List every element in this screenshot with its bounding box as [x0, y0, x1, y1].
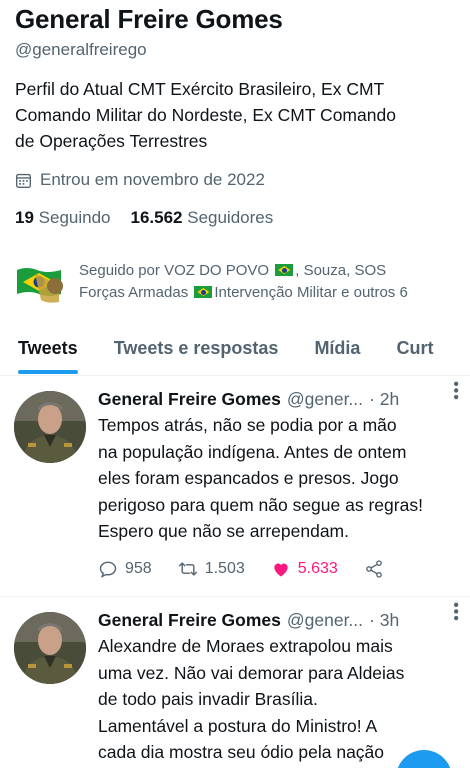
tweet-line: uma vez. Não vai demorar para Aldeias [98, 662, 405, 683]
bio-line: Comando Militar do Nordeste, Ex CMT Coma… [15, 105, 396, 125]
following-label: Seguindo [38, 208, 111, 227]
tweet-line: Espero que não se arrependam. [98, 521, 349, 541]
tweet-author-handle[interactable]: @gener... [287, 389, 363, 410]
following-link[interactable]: 19 Seguindo [15, 208, 111, 228]
bio-line: Perfil do Atual CMT Exército Brasileiro,… [15, 79, 385, 99]
tweet[interactable]: General Freire Gomes @gener... · 3h Alex… [0, 598, 470, 768]
avatar[interactable] [14, 612, 86, 684]
retweet-count: 1.503 [204, 559, 245, 577]
profile-stats: 19 Seguindo 16.562 Seguidores [15, 208, 273, 228]
reply-icon [99, 561, 117, 578]
bio-line: de Operações Terrestres [15, 131, 208, 151]
followers-link[interactable]: 16.562 Seguidores [131, 208, 274, 228]
more-options-icon[interactable]: ••• [446, 381, 464, 401]
following-count: 19 [15, 208, 34, 227]
tweet-author-handle[interactable]: @gener... [287, 610, 363, 631]
tweet-body: General Freire Gomes @gener... · 3h Alex… [98, 610, 460, 766]
followed-by-line1b: , Souza, SOS [295, 262, 387, 279]
brazil-flag-icon [194, 286, 213, 298]
reply-count: 958 [125, 559, 152, 577]
calendar-icon [16, 173, 31, 188]
tweet-line: na população indígena. Antes de ontem [98, 441, 407, 462]
share-button[interactable] [364, 559, 384, 579]
tweet-line: de todo pais invadir Brasília. [98, 689, 318, 709]
tweet-time[interactable]: · 2h [369, 389, 399, 410]
like-button[interactable]: 5.633 [271, 559, 338, 579]
followed-by-line2b: Intervenção Militar e outros 6 [214, 284, 408, 301]
joined-date: Entrou em novembro de 2022 [15, 170, 265, 190]
tab-likes[interactable]: Curt [378, 326, 451, 375]
tweet-time[interactable]: · 3h [369, 610, 399, 631]
follower-avatar-flags [17, 268, 63, 303]
tweet-author-name[interactable]: General Freire Gomes [98, 389, 281, 410]
tweet-header: General Freire Gomes @gener... · 2h [98, 389, 460, 410]
tweet-text: Tempos atrás, não se podia por a mão na … [98, 412, 460, 545]
retweet-button[interactable]: 1.503 [178, 559, 245, 579]
heart-filled-icon [274, 563, 288, 576]
tweet-author-name[interactable]: General Freire Gomes [98, 610, 281, 631]
tweet-actions: 958 1.503 5.633 [98, 559, 460, 579]
tab-media[interactable]: Mídia [296, 326, 378, 375]
tweet-header: General Freire Gomes @gener... · 3h [98, 610, 460, 631]
followed-by-line2a: Forças Armadas [79, 284, 189, 301]
profile-tabs: Tweets Tweets e respostas Mídia Curt [0, 326, 470, 376]
followed-by[interactable]: Seguido por VOZ DO POVO , Souza, SOS For… [15, 260, 459, 304]
tweet-line: Tempos atrás, não se podia por a mão [98, 415, 397, 435]
tweet-line: Lamentável a postura do Ministro! A [98, 715, 378, 736]
tweet-body: General Freire Gomes @gener... · 2h Temp… [98, 389, 460, 579]
avatar[interactable] [14, 391, 86, 463]
followers-count: 16.562 [130, 208, 183, 227]
more-options-icon[interactable]: ••• [446, 602, 464, 622]
profile-name: General Freire Gomes [15, 4, 283, 34]
tweet-line: eles foram espancados e presos. Jogo [98, 468, 399, 488]
followed-by-text: Seguido por VOZ DO POVO , Souza, SOS For… [79, 260, 459, 304]
tweet-line: perigoso para quem não segue as regras! [98, 494, 423, 515]
general-portrait-icon [14, 391, 86, 463]
tweet-text: Alexandre de Moraes extrapolou mais uma … [98, 633, 460, 766]
reply-button[interactable]: 958 [98, 559, 152, 579]
tweet[interactable]: General Freire Gomes @gener... · 2h Temp… [0, 377, 470, 597]
share-icon [365, 559, 382, 578]
joined-label: Entrou em novembro de 2022 [40, 170, 265, 189]
retweet-icon [178, 561, 197, 576]
tab-tweets[interactable]: Tweets [0, 326, 96, 375]
general-portrait-icon [14, 612, 86, 684]
like-count: 5.633 [297, 559, 338, 577]
tab-tweets-replies[interactable]: Tweets e respostas [96, 326, 297, 375]
followed-by-line1a: Seguido por VOZ DO POVO [79, 262, 270, 279]
brazil-flag-icon [275, 264, 294, 276]
profile-handle: @generalfreirego [15, 40, 147, 59]
profile-bio: Perfil do Atual CMT Exército Brasileiro,… [15, 76, 460, 154]
tweet-line: Alexandre de Moraes extrapolou mais [98, 636, 393, 656]
followers-label: Seguidores [187, 208, 274, 227]
